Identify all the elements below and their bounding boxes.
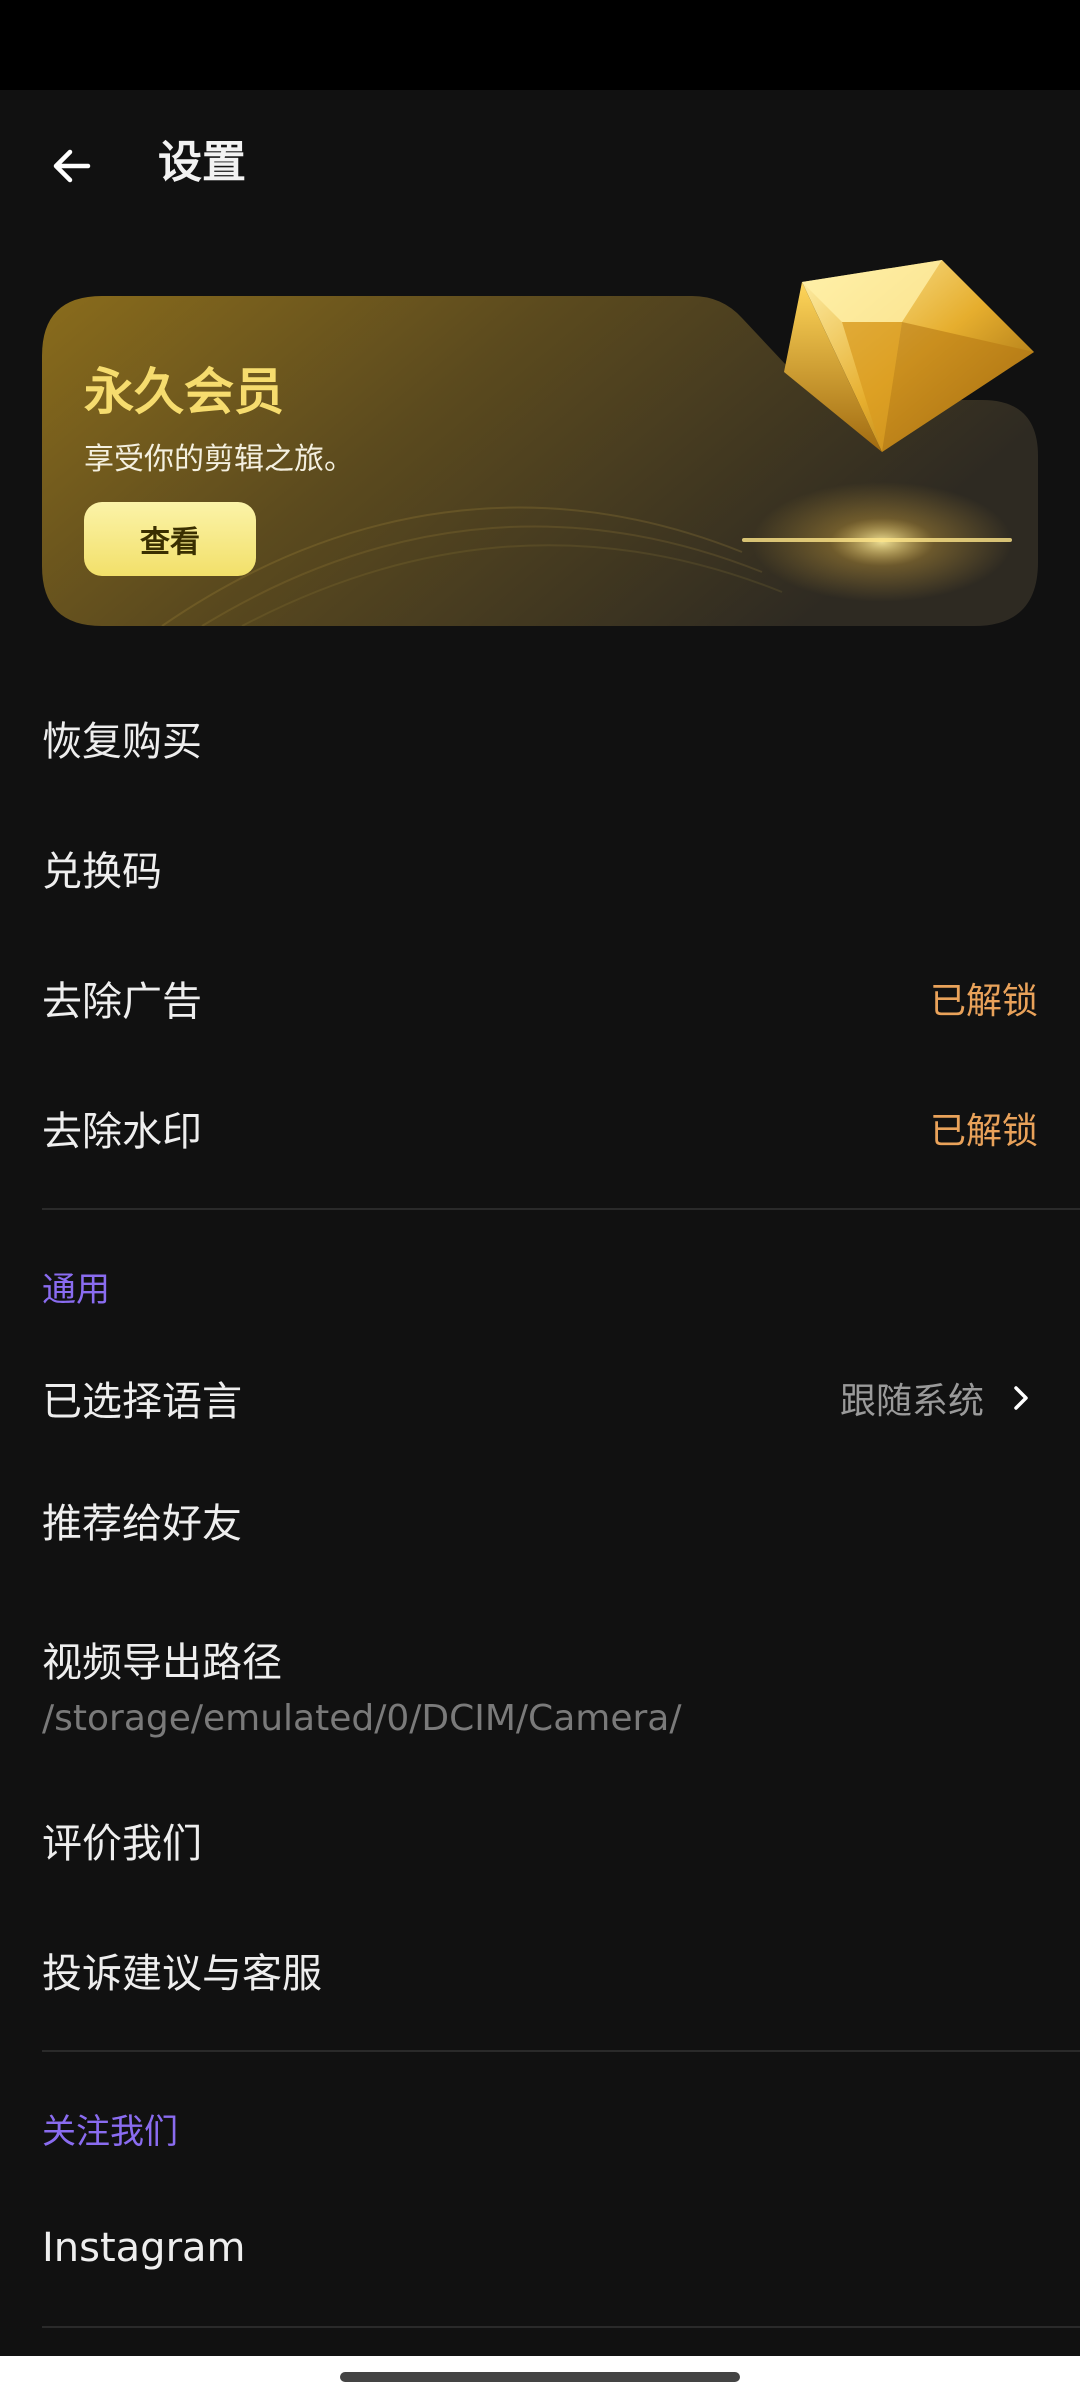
- restore-purchase-label: 恢复购买: [42, 719, 202, 765]
- app-bar: 设置: [0, 90, 1080, 240]
- page-title: 设置: [158, 137, 246, 188]
- recommend-row[interactable]: 推荐给好友: [0, 1460, 1080, 1580]
- remove-watermark-status: 已解锁: [929, 1111, 1038, 1152]
- remove-watermark-label: 去除水印: [42, 1109, 202, 1155]
- recommend-label: 推荐给好友: [42, 1501, 242, 1547]
- arrow-left-icon: [53, 149, 91, 183]
- remove-ads-label: 去除广告: [42, 979, 202, 1025]
- back-button[interactable]: [30, 124, 114, 208]
- feedback-row[interactable]: 投诉建议与客服: [0, 1910, 1080, 2030]
- restore-purchase-row[interactable]: 恢复购买: [0, 678, 1080, 798]
- rate-row[interactable]: 评价我们: [0, 1780, 1080, 1900]
- redeem-code-label: 兑换码: [42, 849, 162, 895]
- view-button[interactable]: 查看: [84, 502, 256, 576]
- section-header-follow: 关注我们: [42, 2112, 178, 2152]
- member-card-title: 永久会员: [84, 363, 284, 421]
- remove-watermark-row[interactable]: 去除水印 已解锁: [0, 1068, 1080, 1188]
- member-card[interactable]: 永久会员 享受你的剪辑之旅。 查看: [42, 252, 1038, 626]
- export-path-value: /storage/emulated/0/DCIM/Camera/: [42, 1698, 682, 1739]
- home-indicator[interactable]: [340, 2372, 740, 2382]
- language-label: 已选择语言: [42, 1379, 242, 1425]
- redeem-code-row[interactable]: 兑换码: [0, 808, 1080, 928]
- remove-ads-row[interactable]: 去除广告 已解锁: [0, 938, 1080, 1058]
- instagram-label: Instagram: [42, 2225, 246, 2271]
- rate-label: 评价我们: [42, 1821, 202, 1867]
- export-path-label: 视频导出路径: [42, 1640, 282, 1686]
- divider: [42, 2326, 1080, 2328]
- divider: [42, 2050, 1080, 2052]
- section-header-general: 通用: [42, 1270, 110, 1310]
- instagram-row[interactable]: Instagram: [0, 2188, 1080, 2308]
- divider: [42, 1208, 1080, 1210]
- feedback-label: 投诉建议与客服: [42, 1951, 322, 1997]
- member-card-subtitle: 享受你的剪辑之旅。: [84, 442, 354, 477]
- export-path-row[interactable]: 视频导出路径 /storage/emulated/0/DCIM/Camera/: [0, 1620, 1080, 1760]
- language-value: 跟随系统: [839, 1381, 984, 1422]
- status-bar: [0, 0, 1080, 90]
- diamond-icon: [784, 260, 1034, 452]
- remove-ads-status: 已解锁: [929, 981, 1038, 1022]
- language-row[interactable]: 已选择语言 跟随系统: [0, 1338, 1080, 1458]
- chevron-right-icon: [1014, 1386, 1028, 1410]
